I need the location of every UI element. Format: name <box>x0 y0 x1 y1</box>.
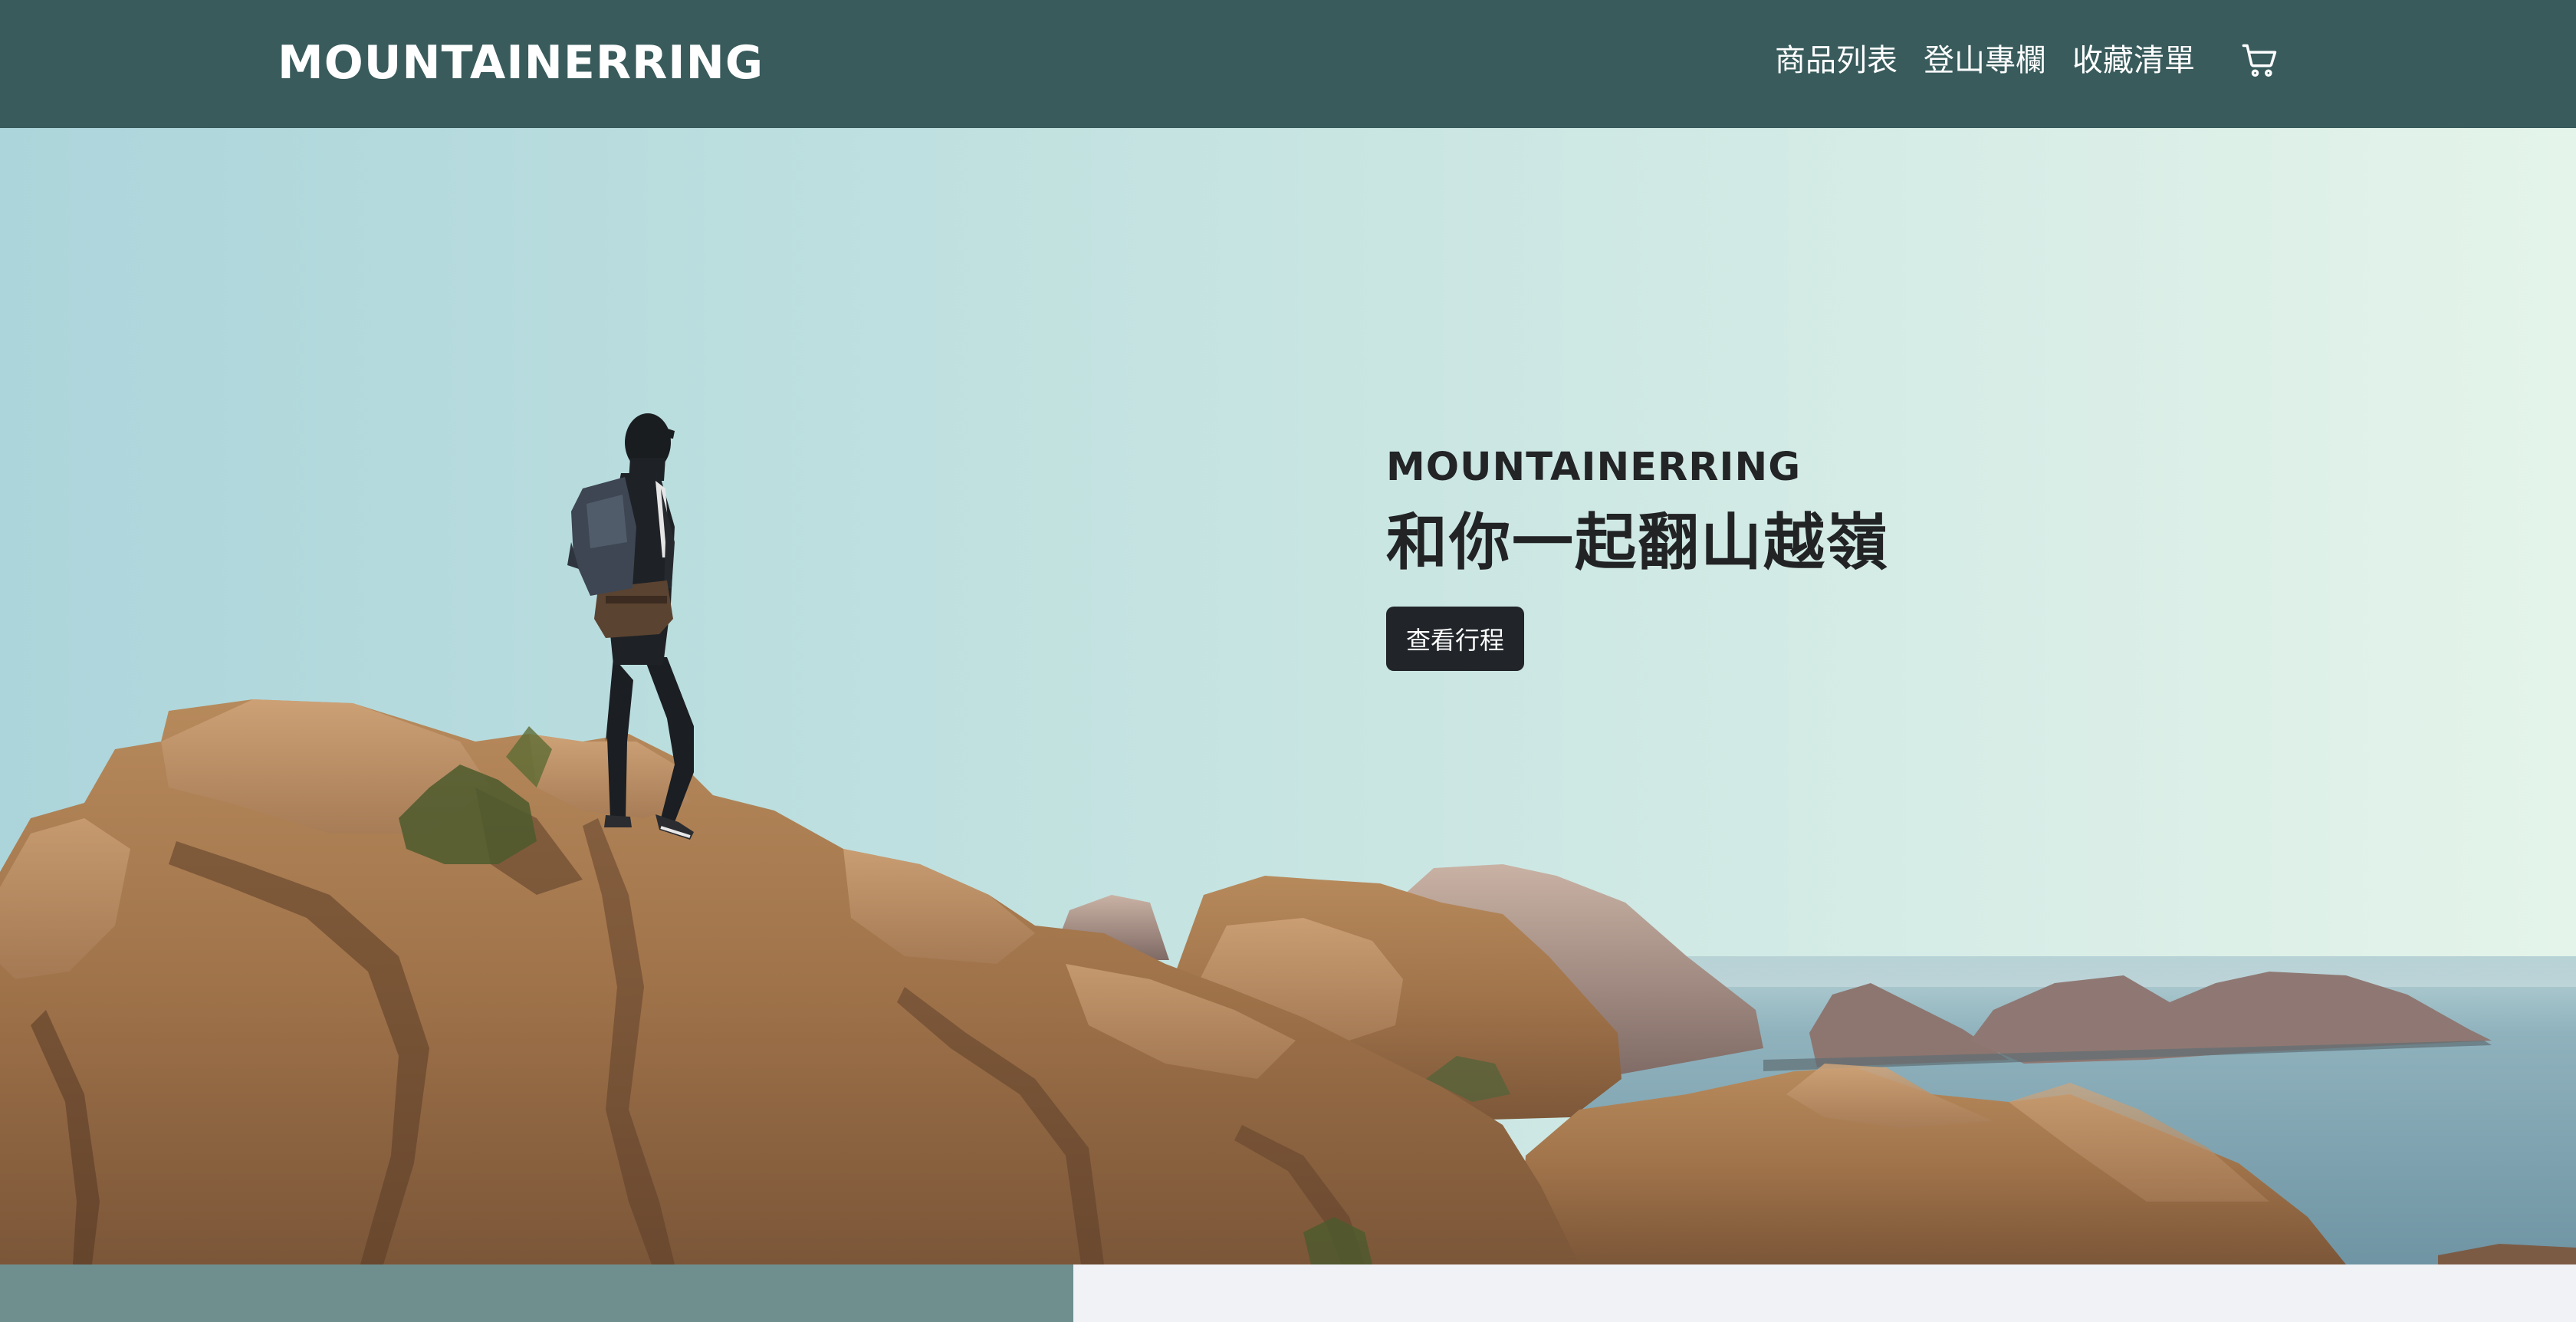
hero-image <box>0 413 2576 1264</box>
hero-section: MOUNTAINERRING 和你一起翻山越嶺 查看行程 <box>0 128 2576 1264</box>
hero-kicker: MOUNTAINERRING <box>1386 445 1802 490</box>
nav-link-hiking-column[interactable]: 登山專欄 <box>1924 34 2046 87</box>
nav-links: 商品列表 登山專欄 收藏清單 <box>1775 34 2287 87</box>
view-itinerary-button[interactable]: 查看行程 <box>1386 607 1524 671</box>
nav-link-favorites[interactable]: 收藏清單 <box>2072 34 2195 87</box>
hero-text-block: MOUNTAINERRING 和你一起翻山越嶺 查看行程 <box>1386 441 1889 671</box>
bottom-strip-left <box>0 1264 1073 1322</box>
nav-link-products[interactable]: 商品列表 <box>1775 34 1898 87</box>
top-navbar: MOUNTAINERRING 商品列表 登山專欄 收藏清單 <box>0 0 2576 128</box>
brand-logo[interactable]: MOUNTAINERRING <box>278 32 764 94</box>
hero-title: 和你一起翻山越嶺 <box>1386 507 1889 578</box>
bottom-strip-right <box>1073 1264 2576 1322</box>
cart-icon[interactable] <box>2233 34 2287 87</box>
